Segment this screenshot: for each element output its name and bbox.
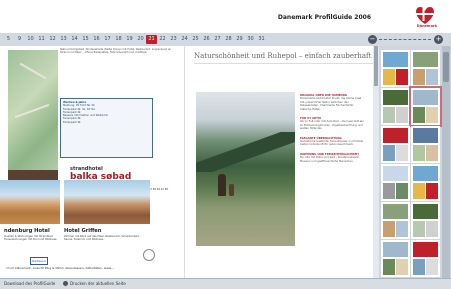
status-bar: Download des ProfilGuide Drucken der akt… (0, 278, 451, 289)
page-link-13[interactable]: 13 (58, 35, 69, 44)
print-link[interactable]: Drucken der aktuellen Seite (63, 281, 126, 286)
thumbnail-page[interactable] (411, 126, 440, 163)
section-text: Dänemarks südlichster Punkt, die kleine … (300, 96, 362, 111)
page-link-30[interactable]: 30 (245, 35, 256, 44)
thumbnail-spread[interactable] (381, 240, 441, 277)
left-body-text: Naturschutzgebiet. Nordseeküste Weiße Dü… (60, 48, 172, 55)
download-link[interactable]: Download des ProfilGuide (4, 281, 55, 286)
info-box: Wochen & Jahre Meldung: 05.5.04 Tel. Nr.… (60, 98, 153, 158)
page-link-17[interactable]: 17 (102, 35, 113, 44)
thumbnail-page[interactable] (381, 126, 410, 163)
page-link-21[interactable]: 21 (146, 35, 157, 44)
caption-1-text: Quellen & Wohnungen mit Strandbad. Ferie… (4, 235, 58, 242)
page-headline: Naturschönheit und Ruhepol – einfach zau… (194, 52, 372, 60)
info-line: Ferienpark Nr. (63, 120, 82, 124)
thumbnail-scrollbar[interactable] (442, 46, 450, 278)
caption-2-title: Hotel Griffen (64, 228, 102, 234)
page-link-15[interactable]: 15 (80, 35, 91, 44)
section-text: Gemütliche Gasthöfe, Ferienhäuser und Ho… (300, 139, 363, 147)
thumbnail-panel (379, 46, 451, 278)
thumbnail-page[interactable] (409, 86, 442, 127)
print-icon (63, 281, 68, 286)
page-link-5[interactable]: 5 (3, 35, 14, 44)
aerial-map-image (8, 50, 58, 176)
scrollbar-thumb[interactable] (374, 46, 378, 86)
hotel-building-photo (64, 180, 150, 224)
thumbnail-page[interactable] (411, 240, 440, 277)
page-link-14[interactable]: 14 (69, 35, 80, 44)
page-viewer: Naturschutzgebiet. Nordseeküste Weiße Dü… (0, 46, 373, 278)
zoom-control[interactable]: − + (368, 35, 446, 44)
footer-url: ch im Dänemark, Ansicht Plug & Nimd. Abe… (6, 266, 115, 270)
thumbnail-spread[interactable] (381, 126, 441, 163)
resort-photo (0, 180, 60, 224)
page-link-27[interactable]: 27 (212, 35, 223, 44)
page-link-16[interactable]: 16 (91, 35, 102, 44)
page-divider (184, 46, 185, 278)
thumbnail-page[interactable] (381, 202, 410, 239)
zoom-slider[interactable] (379, 39, 431, 41)
thumbnail-page[interactable] (381, 240, 410, 277)
thumbnail-scrollbar-thumb[interactable] (443, 52, 449, 82)
thumbnail-page[interactable] (411, 202, 440, 239)
app-title: Danemark ProfilGuide 2006 (277, 14, 371, 21)
caption-1-title: ndenburg Hotel (4, 228, 50, 234)
radisson-stamp: Radisson (30, 257, 48, 265)
zoom-in-button[interactable]: + (434, 35, 443, 44)
thumbnail-page[interactable] (381, 88, 410, 125)
section-text: Für alle mit Ruhe und Zeit – Kunsthandwe… (300, 155, 360, 163)
left-page: Naturschutzgebiet. Nordseeküste Weiße Dü… (0, 46, 184, 278)
page-link-26[interactable]: 26 (201, 35, 212, 44)
page-link-31[interactable]: 31 (256, 35, 267, 44)
page-link-9[interactable]: 9 (14, 35, 25, 44)
thumbnail-spread[interactable] (381, 164, 441, 201)
page-link-25[interactable]: 25 (190, 35, 201, 44)
page-link-19[interactable]: 19 (124, 35, 135, 44)
thumbnail-page[interactable] (411, 50, 440, 87)
article-column: ORIGINAL ODER WIE HAMBURG Dänemarks südl… (300, 94, 366, 270)
page-link-23[interactable]: 23 (168, 35, 179, 44)
download-label: Download des ProfilGuide (4, 281, 56, 286)
logo-text: Dänemark (416, 24, 437, 28)
page-link-12[interactable]: 12 (47, 35, 58, 44)
thumbnail-spread[interactable] (381, 202, 441, 239)
page-link-20[interactable]: 20 (135, 35, 146, 44)
mountain-hikers-photo (196, 92, 295, 246)
print-label: Drucken der aktuellen Seite (70, 281, 126, 286)
app-header: Danemark ProfilGuide 2006 Dänemark (0, 0, 451, 33)
zoom-out-button[interactable]: − (368, 35, 377, 44)
thumbnail-spread[interactable] (381, 86, 442, 127)
page-link-18[interactable]: 18 (113, 35, 124, 44)
thumbnail-spread[interactable] (381, 50, 441, 87)
seal-icon (143, 249, 155, 261)
thumbnail-page[interactable] (381, 164, 410, 201)
headline-rule (194, 63, 373, 64)
caption-2-text: Zimmer mit Blick auf das Meer. Restauran… (64, 235, 140, 242)
page-link-24[interactable]: 24 (179, 35, 190, 44)
page-number-list: 5 9 10 11 12 13 14 15 16 17 18 19 20 21 22 23 24 25 26 27 28… (3, 35, 267, 44)
page-link-29[interactable]: 29 (234, 35, 245, 44)
thumbnail-page[interactable] (411, 164, 440, 201)
section-text: Ob zu Fuß oder mit dem Rad – die Insel l… (300, 119, 364, 131)
page-link-10[interactable]: 10 (25, 35, 36, 44)
right-page: Naturschönheit und Ruhepol – einfach zau… (186, 46, 373, 278)
page-navigation-bar: 5 9 10 11 12 13 14 15 16 17 18 19 20 21 22 23 24 25 26 27 28… (0, 33, 451, 47)
page-link-22[interactable]: 22 (157, 35, 168, 44)
thumbnail-page[interactable] (381, 50, 410, 87)
page-link-11[interactable]: 11 (36, 35, 47, 44)
page-link-28[interactable]: 28 (223, 35, 234, 44)
